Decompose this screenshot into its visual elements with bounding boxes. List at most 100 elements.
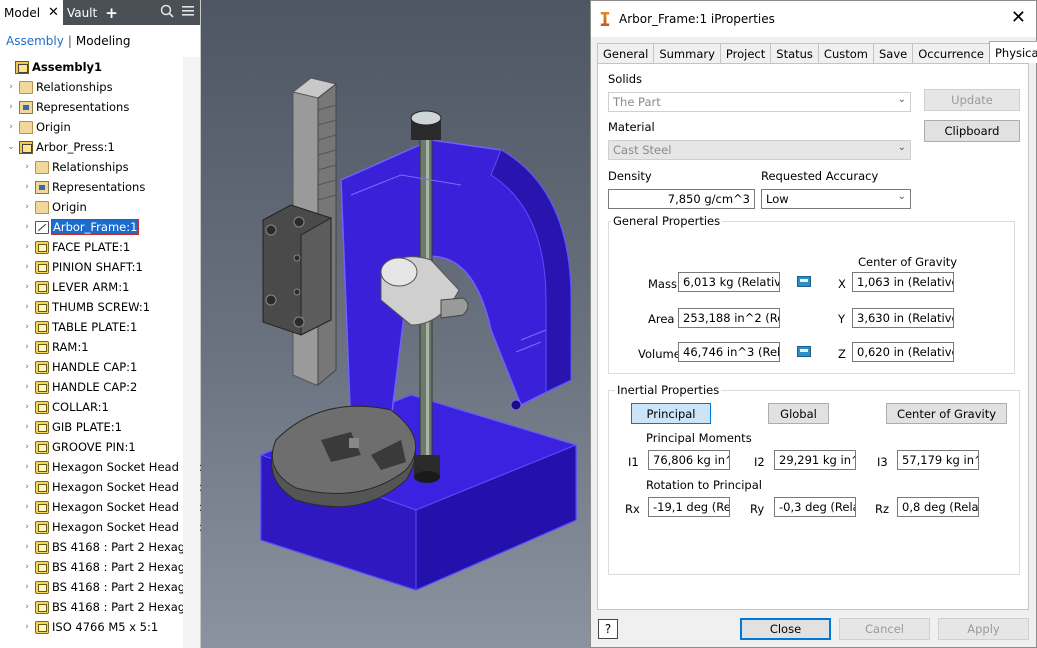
tab-vault[interactable]: Vault [63,0,101,25]
tree-node[interactable]: › BS 4168 : Part 2 Hexagon s [22,537,209,557]
chevron-right-icon[interactable]: › [6,102,16,112]
rz-field[interactable]: 0,8 deg (Relativ [897,497,979,517]
i2-field[interactable]: 29,291 kg in^2 [774,450,856,470]
calculator-icon[interactable] [797,346,811,357]
area-field[interactable]: 253,188 in^2 (Relat [678,308,780,328]
chevron-right-icon[interactable]: › [22,262,32,272]
chevron-right-icon[interactable]: › [22,562,32,572]
cancel-button[interactable]: Cancel [839,618,930,640]
tab-model[interactable]: Model ✕ [0,0,63,25]
clipboard-button[interactable]: Clipboard [924,120,1020,142]
chevron-right-icon[interactable]: › [22,182,32,192]
tree-node[interactable]: › Origin [22,197,87,217]
ry-field[interactable]: -0,3 deg (Relati [774,497,856,517]
tree-node[interactable]: › FACE PLATE:1 [22,237,130,257]
i3-field[interactable]: 57,179 kg in^2 [897,450,979,470]
modeling-mode-link[interactable]: Modeling [76,34,131,48]
tree-node[interactable]: › Hexagon Socket Head Cap [22,477,205,497]
arbor-press-model[interactable] [201,0,590,648]
tree-node[interactable]: › Representations [6,97,129,117]
tree-node[interactable]: › Arbor_Frame:1 [22,217,140,237]
tree-node[interactable]: ⌄ Arbor_Press:1 [6,137,115,157]
cog-x-field[interactable]: 1,063 in (Relative E [852,272,954,292]
tab-general[interactable]: General [597,43,655,63]
solids-dropdown[interactable]: The Part ⌄ [608,92,911,112]
tab-summary[interactable]: Summary [653,43,721,63]
rx-field[interactable]: -19,1 deg (Rela [648,497,730,517]
tree-node[interactable]: › TABLE PLATE:1 [22,317,137,337]
graphics-viewport[interactable] [201,0,590,648]
chevron-right-icon[interactable]: › [22,202,32,212]
accuracy-dropdown[interactable]: Low ⌄ [761,189,911,209]
chevron-right-icon[interactable]: › [22,162,32,172]
tree-node[interactable]: › GROOVE PIN:1 [22,437,136,457]
tree-node[interactable]: › BS 4168 : Part 2 Hexagon s [22,577,209,597]
tree-node[interactable]: › Representations [22,177,145,197]
chevron-down-icon[interactable]: ⌄ [6,142,16,152]
tree-node[interactable]: › BS 4168 : Part 2 Hexagon s [22,557,209,577]
add-tab-button[interactable]: + [101,0,122,25]
apply-button[interactable]: Apply [938,618,1029,640]
calculator-icon[interactable] [797,276,811,287]
tree-node[interactable]: › GIB PLATE:1 [22,417,122,437]
chevron-right-icon[interactable]: › [22,222,32,232]
tree-node[interactable]: › HANDLE CAP:2 [22,377,137,397]
chevron-right-icon[interactable]: › [22,362,32,372]
mass-field[interactable]: 6,013 kg (Relative E [678,272,780,292]
chevron-right-icon[interactable]: › [22,502,32,512]
tree-node[interactable]: › THUMB SCREW:1 [22,297,150,317]
principal-button[interactable]: Principal [631,403,711,424]
i1-field[interactable]: 76,806 kg in^2 [648,450,730,470]
cog-z-field[interactable]: 0,620 in (Relative E [852,342,954,362]
tab-physical[interactable]: Physical [988,41,1037,63]
chevron-right-icon[interactable]: › [22,522,32,532]
chevron-right-icon[interactable]: › [6,82,16,92]
close-icon[interactable]: ✕ [1011,9,1026,27]
chevron-right-icon[interactable]: › [22,382,32,392]
center-of-gravity-button[interactable]: Center of Gravity [886,403,1007,424]
tab-occurrence[interactable]: Occurrence [912,43,990,63]
tree-node[interactable]: › ISO 4766 M5 x 5:1 [22,617,158,637]
chevron-right-icon[interactable]: › [22,542,32,552]
tree-node[interactable]: › LEVER ARM:1 [22,277,129,297]
tree-node[interactable]: Assembly1 [2,57,102,77]
tree-node[interactable]: › Relationships [22,157,128,177]
volume-field[interactable]: 46,746 in^3 (Relati [678,342,780,362]
tree-node[interactable]: › Hexagon Socket Head Cap [22,457,205,477]
tree-node[interactable]: › COLLAR:1 [22,397,109,417]
chevron-right-icon[interactable]: › [22,582,32,592]
material-dropdown[interactable]: Cast Steel ⌄ [608,140,911,160]
chevron-right-icon[interactable]: › [22,302,32,312]
help-button[interactable]: ? [598,619,618,639]
tree-node[interactable]: › PINION SHAFT:1 [22,257,143,277]
tab-save[interactable]: Save [872,43,914,63]
tree-node[interactable]: › Origin [6,117,71,137]
chevron-right-icon[interactable]: › [22,462,32,472]
update-button[interactable]: Update [924,89,1020,111]
chevron-right-icon[interactable]: › [22,622,32,632]
tab-project[interactable]: Project [719,43,772,63]
chevron-right-icon[interactable]: › [22,242,32,252]
chevron-right-icon[interactable]: › [22,282,32,292]
chevron-right-icon[interactable]: › [22,442,32,452]
search-icon[interactable] [160,4,174,18]
global-button[interactable]: Global [768,403,829,424]
tree-node[interactable]: › RAM:1 [22,337,88,357]
chevron-right-icon[interactable]: › [22,482,32,492]
chevron-right-icon[interactable]: › [22,342,32,352]
tree-node[interactable]: › BS 4168 : Part 2 Hexagon s [22,597,209,617]
tree-node[interactable]: › Relationships [6,77,112,97]
close-button[interactable]: Close [740,618,831,640]
cog-y-field[interactable]: 3,630 in (Relative E [852,308,954,328]
chevron-right-icon[interactable]: › [22,602,32,612]
chevron-right-icon[interactable]: › [6,122,16,132]
tree-node[interactable]: › Hexagon Socket Head Cap [22,517,205,537]
chevron-right-icon[interactable]: › [22,402,32,412]
chevron-right-icon[interactable]: › [22,322,32,332]
browser-scrollbar[interactable] [183,57,200,648]
tree-node[interactable]: › HANDLE CAP:1 [22,357,137,377]
tab-status[interactable]: Status [770,43,819,63]
tab-custom[interactable]: Custom [817,43,874,63]
close-icon[interactable]: ✕ [48,5,59,20]
assembly-mode-link[interactable]: Assembly [6,34,64,48]
